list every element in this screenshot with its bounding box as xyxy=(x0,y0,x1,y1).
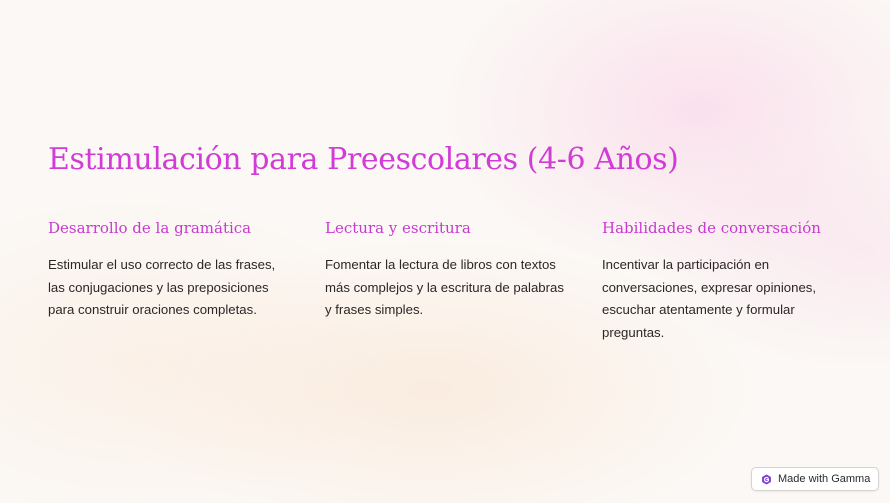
column-body: Estimular el uso correcto de las frases,… xyxy=(48,257,276,317)
made-with-gamma-button[interactable]: Made with Gamma xyxy=(751,467,879,491)
column-reading-writing: Lectura y escritura Fomentar la lectura … xyxy=(325,219,565,322)
gamma-logo-icon xyxy=(762,474,771,484)
slide-title: Estimulación para Preescolares (4-6 Años… xyxy=(48,142,679,177)
column-heading: Lectura y escritura xyxy=(325,219,471,237)
content-columns: Desarrollo de la gramática Estimular el … xyxy=(48,219,848,359)
column-body: Incentivar la participación en conversac… xyxy=(602,257,817,340)
column-grammar: Desarrollo de la gramática Estimular el … xyxy=(48,219,288,322)
badge-label: Made with Gamma xyxy=(778,473,871,485)
column-body: Fomentar la lectura de libros con textos… xyxy=(325,257,564,317)
slide: Estimulación para Preescolares (4-6 Años… xyxy=(0,0,890,503)
column-heading: Habilidades de conversación xyxy=(602,219,821,237)
column-heading: Desarrollo de la gramática xyxy=(48,219,252,237)
column-conversation: Habilidades de conversación Incentivar l… xyxy=(602,219,842,344)
